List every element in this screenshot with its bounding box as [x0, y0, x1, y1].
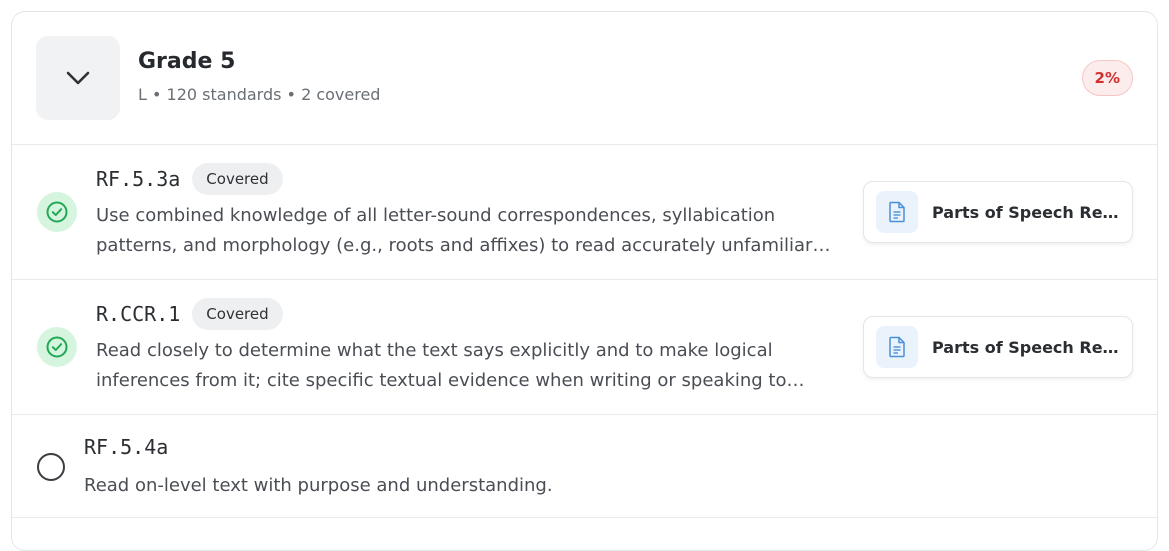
document-icon [876, 191, 918, 233]
check-circle-icon [37, 192, 77, 232]
standard-code-line: RF.5.3a Covered [96, 163, 283, 195]
standard-row[interactable]: RF.5.3a Covered Use combined knowledge o… [12, 145, 1157, 280]
linked-document-title: Parts of Speech Review [932, 337, 1122, 357]
standard-description: Use combined knowledge of all letter-sou… [96, 205, 813, 256]
standard-row[interactable]: RF.5.4a Read on-level text with purpose … [12, 415, 1157, 518]
standard-row[interactable]: R.CCR.1 Covered Read closely to determin… [12, 280, 1157, 415]
standard-code-line: R.CCR.1 Covered [96, 298, 283, 330]
linked-document-card[interactable]: Parts of Speech Review [863, 316, 1133, 378]
grade-meta: L • 120 standards • 2 covered [138, 85, 381, 104]
covered-chip: Covered [192, 298, 283, 330]
coverage-percent-badge: 2% [1081, 60, 1133, 96]
covered-chip: Covered [192, 163, 283, 195]
collapse-toggle-button[interactable] [36, 36, 120, 120]
check-circle-icon [37, 327, 77, 367]
standard-code: RF.5.4a [84, 435, 169, 459]
linked-document-title: Parts of Speech Review [932, 202, 1122, 222]
document-icon [876, 326, 918, 368]
grade-header: Grade 5 L • 120 standards • 2 covered 2% [12, 12, 1157, 145]
grade-standards-panel: Grade 5 L • 120 standards • 2 covered 2%… [11, 11, 1158, 551]
standard-code-line: RF.5.4a [84, 435, 168, 459]
chevron-down-icon [66, 71, 90, 85]
grade-title: Grade 5 [138, 49, 236, 74]
standard-code: R.CCR.1 [96, 302, 181, 326]
standard-description: Read on-level text with purpose and unde… [84, 475, 553, 496]
empty-circle-icon [37, 453, 65, 481]
standard-code: RF.5.3a [96, 167, 181, 191]
linked-document-card[interactable]: Parts of Speech Review [863, 181, 1133, 243]
standard-description: Read closely to determine what the text … [96, 340, 787, 391]
